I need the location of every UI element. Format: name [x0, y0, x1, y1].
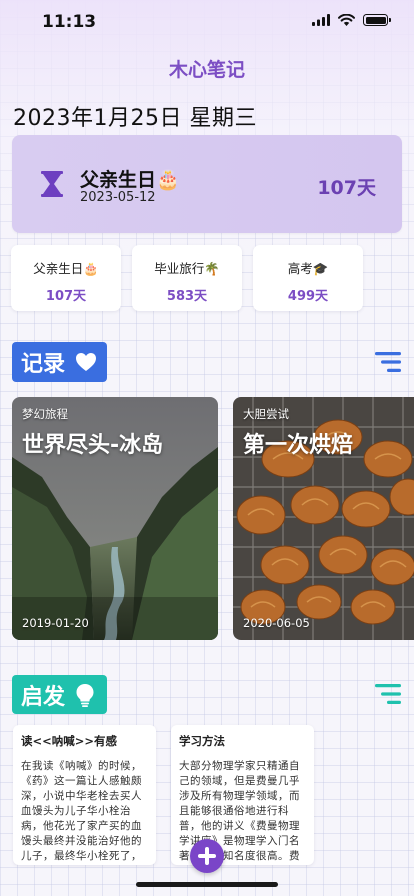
countdown-days: 499天 [287, 289, 329, 304]
ideas-section-label: 启发 [21, 684, 66, 710]
idea-body: 在我读《呐喊》的时候，《药》这一篇让人感触颇深，小说中华老栓去买人血馒头为儿子华… [21, 760, 142, 862]
countdown-name: 父亲生日🎂 [33, 261, 99, 276]
countdown-card[interactable]: 父亲生日🎂 107天 [11, 245, 121, 311]
featured-event-date: 2023-05-12 [80, 190, 156, 205]
record-category: 大胆尝试 [243, 407, 289, 421]
countdown-days: 583天 [166, 289, 208, 304]
record-category: 梦幻旅程 [22, 407, 68, 421]
countdown-card[interactable]: 毕业旅行🌴 583天 [132, 245, 242, 311]
featured-days-left: 107天 [317, 177, 376, 199]
record-date: 2019-01-20 [22, 616, 89, 630]
countdown-name: 毕业旅行🌴 [154, 261, 220, 276]
today-date: 2023年1月25日 星期三 [13, 106, 257, 131]
add-button[interactable] [190, 839, 224, 873]
status-icons [312, 14, 391, 26]
featured-countdown-card[interactable]: 父亲生日🎂 2023-05-12 107天 [12, 135, 402, 233]
countdown-days: 107天 [45, 289, 87, 304]
lightbulb-icon [76, 683, 94, 707]
heart-icon [76, 353, 97, 371]
idea-card[interactable]: 学习方法 大部分物理学家只精通自己的领域，但是费曼几乎涉及所有物理学领域，而且能… [171, 725, 314, 865]
plus-icon [198, 847, 216, 865]
records-section-tab[interactable]: 记录 [12, 342, 107, 382]
idea-card[interactable]: 读<<呐喊>>有感 在我读《呐喊》的时候，《药》这一篇让人感触颇深，小说中华老栓… [13, 725, 156, 865]
ideas-menu-icon[interactable] [375, 684, 401, 704]
hourglass-icon [41, 171, 63, 197]
record-card-iceland[interactable]: 梦幻旅程 世界尽头-冰岛 2019-01-20 [12, 397, 218, 640]
countdown-name: 高考🎓 [287, 261, 329, 276]
idea-title: 读<<呐喊>>有感 [21, 734, 118, 748]
featured-event-name: 父亲生日🎂 [80, 169, 180, 191]
records-section-label: 记录 [21, 352, 66, 377]
app-title: 木心笔记 [168, 59, 245, 81]
signal-icon [312, 14, 330, 26]
record-date: 2020-06-05 [243, 616, 310, 630]
records-menu-icon[interactable] [375, 352, 401, 372]
battery-icon [363, 14, 391, 26]
status-time: 11:13 [42, 12, 97, 32]
record-title: 第一次烘焙 [243, 433, 354, 458]
ideas-section-tab[interactable]: 启发 [12, 675, 107, 714]
wifi-icon [338, 14, 355, 26]
home-indicator[interactable] [136, 882, 278, 887]
record-card-baking[interactable]: 大胆尝试 第一次烘焙 2020-06-05 [233, 397, 414, 640]
idea-title: 学习方法 [179, 734, 225, 748]
countdown-card[interactable]: 高考🎓 499天 [253, 245, 363, 311]
record-title: 世界尽头-冰岛 [22, 433, 164, 458]
